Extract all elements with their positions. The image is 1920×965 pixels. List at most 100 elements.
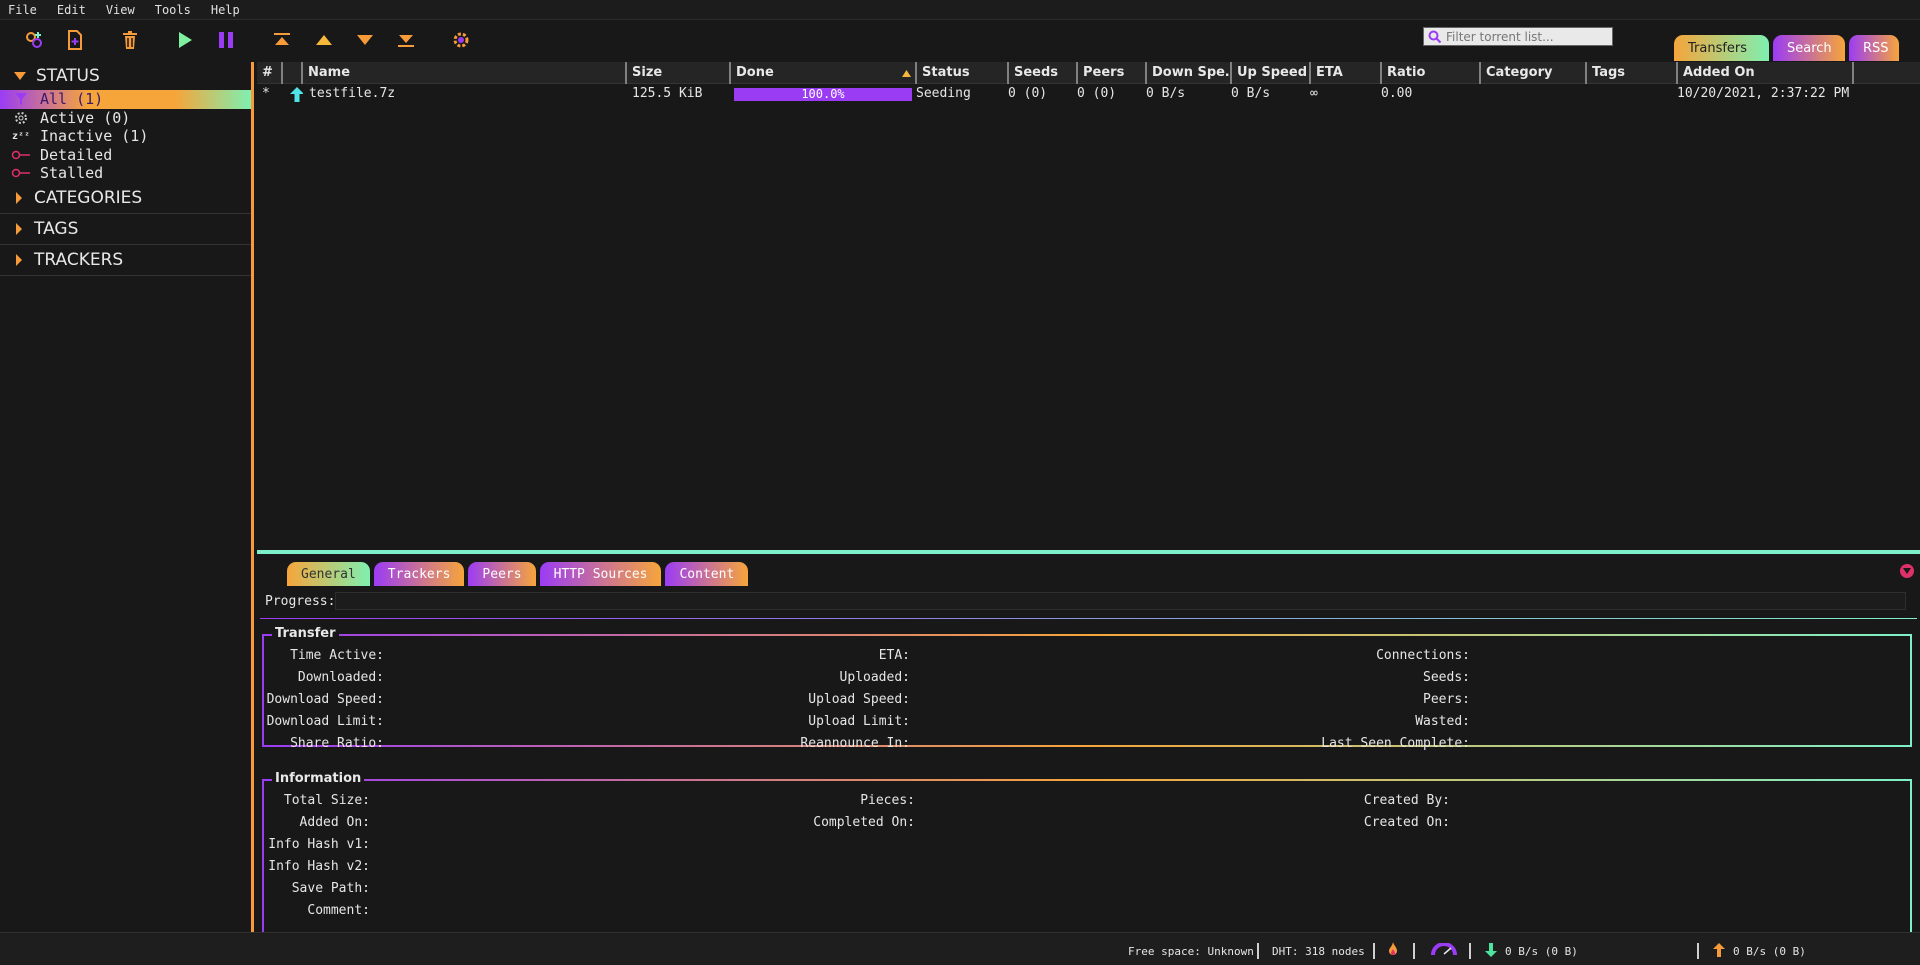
- tab-search[interactable]: Search: [1773, 35, 1845, 61]
- col-header-down-speed[interactable]: Down Spe…: [1145, 62, 1230, 84]
- menu-file[interactable]: File: [8, 3, 37, 17]
- col-header-peers[interactable]: Peers: [1076, 62, 1145, 84]
- field-download-limit: Download Limit:: [266, 714, 384, 729]
- col-header-number[interactable]: #: [257, 62, 281, 84]
- information-group: Information Total Size: Added On: Info H…: [262, 771, 1912, 939]
- status-header-label: STATUS: [36, 66, 100, 86]
- properties-panel: General Trackers Peers HTTP Sources Cont…: [257, 554, 1920, 939]
- cell-seeds: 0 (0): [1008, 86, 1048, 101]
- tab-content[interactable]: Content: [665, 562, 749, 586]
- options-gear-icon[interactable]: [449, 28, 473, 52]
- torrent-list: # Name Size Done Status Seeds Peers Down…: [257, 62, 1920, 550]
- upload-arrow-icon: [1713, 943, 1725, 960]
- menu-help[interactable]: Help: [211, 3, 240, 17]
- seeding-upload-arrow-icon: [285, 85, 303, 103]
- sidebar-item-detailed[interactable]: Detailed: [0, 146, 251, 165]
- field-added-on: Added On:: [299, 815, 370, 830]
- menu-tools[interactable]: Tools: [155, 3, 191, 17]
- tab-http-sources[interactable]: HTTP Sources: [539, 562, 662, 586]
- information-group-title: Information: [272, 771, 365, 786]
- cell-up-speed: 0 B/s: [1231, 86, 1271, 101]
- col-header-seeds[interactable]: Seeds: [1007, 62, 1076, 84]
- search-icon: [1428, 30, 1442, 43]
- search-box: [1423, 27, 1613, 46]
- sidebar-item-label: All (1): [40, 90, 104, 109]
- menu-view[interactable]: View: [106, 3, 135, 17]
- cell-added-on: 10/20/2021, 2:37:22 PM: [1677, 86, 1850, 101]
- tags-header-label: TAGS: [34, 218, 79, 239]
- stalled-icon: [10, 165, 32, 181]
- col-header-done[interactable]: Done: [729, 62, 915, 84]
- tab-trackers[interactable]: Trackers: [373, 562, 465, 586]
- categories-header[interactable]: CATEGORIES: [0, 183, 251, 214]
- active-gear-icon: [10, 110, 32, 126]
- add-torrent-file-icon[interactable]: [63, 28, 87, 52]
- sidebar-item-label: Stalled: [40, 164, 104, 183]
- sleep-zzz-icon: zᶻᶻ: [11, 130, 31, 142]
- cell-done-progress-bar: 100.0%: [734, 88, 912, 101]
- field-download-speed: Download Speed:: [266, 692, 384, 707]
- pause-icon[interactable]: [214, 28, 238, 52]
- col-header-up-speed[interactable]: Up Speed: [1230, 62, 1309, 84]
- field-total-size: Total Size:: [283, 793, 370, 808]
- tab-rss[interactable]: RSS: [1849, 35, 1899, 61]
- field-connections: Connections:: [1376, 648, 1470, 663]
- col-header-ratio[interactable]: Ratio: [1380, 62, 1479, 84]
- tab-general[interactable]: General: [287, 562, 370, 586]
- upload-speed-status: 0 B/s (0 B): [1733, 945, 1806, 958]
- col-header-category[interactable]: Category: [1479, 62, 1585, 84]
- field-uploaded: Uploaded:: [839, 670, 910, 685]
- field-peers: Peers:: [1423, 692, 1470, 707]
- sidebar-item-stalled[interactable]: Stalled: [0, 164, 251, 183]
- tab-peers[interactable]: Peers: [468, 562, 536, 586]
- col-header-eta[interactable]: ETA: [1309, 62, 1380, 84]
- trackers-header-label: TRACKERS: [34, 249, 124, 270]
- col-header-size[interactable]: Size: [625, 62, 709, 84]
- col-header-tags[interactable]: Tags: [1585, 62, 1676, 84]
- field-upload-speed: Upload Speed:: [808, 692, 910, 707]
- expand-arrow-icon: [14, 72, 26, 80]
- divider: [1373, 943, 1375, 959]
- col-header-status[interactable]: Status: [915, 62, 1007, 84]
- progress-track: [335, 592, 1906, 610]
- field-pieces: Pieces:: [860, 793, 915, 808]
- field-last-seen-complete: Last Seen Complete:: [1321, 736, 1470, 751]
- filter-icon: [10, 91, 32, 107]
- sidebar-item-label: Inactive (1): [40, 127, 149, 146]
- free-space-status: Free space: Unknown: [1128, 945, 1254, 958]
- toolbar: [0, 20, 1920, 62]
- col-header-added-on[interactable]: Added On: [1676, 62, 1854, 84]
- connection-flame-icon[interactable]: [1388, 942, 1398, 959]
- filter-torrent-input[interactable]: [1446, 29, 1606, 44]
- sidebar-item-all[interactable]: All (1): [0, 90, 251, 109]
- resume-icon[interactable]: [173, 28, 197, 52]
- trackers-header[interactable]: TRACKERS: [0, 245, 251, 276]
- collapse-panel-icon[interactable]: [1900, 564, 1914, 578]
- status-header[interactable]: STATUS: [0, 62, 251, 90]
- sidebar-item-inactive[interactable]: zᶻᶻ Inactive (1): [0, 127, 251, 146]
- tags-header[interactable]: TAGS: [0, 214, 251, 245]
- speed-limit-gauge-icon[interactable]: [1431, 942, 1457, 958]
- move-top-icon[interactable]: [270, 28, 294, 52]
- col-header-name[interactable]: Name: [301, 62, 625, 84]
- sidebar: STATUS All (1) Active (0) zᶻᶻ Inactive (…: [0, 62, 254, 932]
- field-eta: ETA:: [878, 648, 910, 663]
- add-torrent-link-icon[interactable]: [22, 28, 46, 52]
- collapse-arrow-icon: [16, 191, 22, 204]
- delete-icon[interactable]: [118, 28, 142, 52]
- cell-tags: [1581, 85, 1672, 103]
- tab-transfers[interactable]: Transfers: [1674, 35, 1769, 61]
- col-header-state[interactable]: [281, 62, 301, 84]
- torrent-list-header: # Name Size Done Status Seeds Peers Down…: [257, 62, 1920, 84]
- field-info-hash-v2: Info Hash v2:: [268, 859, 370, 874]
- field-time-active: Time Active:: [290, 648, 384, 663]
- field-created-on: Created On:: [1363, 815, 1450, 830]
- sidebar-item-active[interactable]: Active (0): [0, 109, 251, 128]
- move-down-icon[interactable]: [353, 28, 377, 52]
- menu-edit[interactable]: Edit: [57, 3, 86, 17]
- field-seeds: Seeds:: [1423, 670, 1470, 685]
- move-up-icon[interactable]: [312, 28, 336, 52]
- table-row[interactable]: * testfile.7z 125.5 KiB 100.0% Seeding 0…: [257, 85, 1920, 103]
- col-header-done-label: Done: [736, 65, 774, 80]
- move-bottom-icon[interactable]: [394, 28, 418, 52]
